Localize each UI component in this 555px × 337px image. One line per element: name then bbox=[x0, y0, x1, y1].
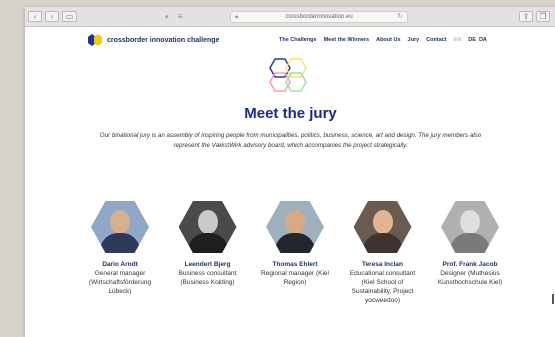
nav-item-jury[interactable]: Jury bbox=[408, 37, 420, 43]
lang-da[interactable]: DA bbox=[479, 37, 487, 43]
main-nav: The Challenge Meet the Winners About Us … bbox=[279, 27, 494, 53]
reload-icon[interactable]: ↻ bbox=[397, 12, 403, 22]
chevron-left-icon[interactable]: ‹ bbox=[28, 11, 42, 22]
avatar[interactable] bbox=[266, 201, 324, 253]
avatar[interactable] bbox=[178, 201, 237, 253]
intro-text: Our binational jury is an assembly of in… bbox=[99, 132, 482, 149]
avatar[interactable] bbox=[91, 201, 149, 253]
jury-member[interactable]: Teresa Inclan Educational consultant (Ki… bbox=[343, 201, 423, 305]
brand-name[interactable]: crossborder innovation challenge bbox=[107, 37, 219, 44]
jury-member-name: Leendert Bjerg bbox=[184, 261, 231, 268]
reader-icon[interactable]: ≡ bbox=[178, 11, 183, 23]
chevron-right-icon[interactable]: › bbox=[45, 11, 59, 22]
hexagon-cluster-icon bbox=[269, 58, 307, 92]
address-text: crossborderinnovation.eu bbox=[285, 14, 353, 20]
jury-member-name: Thomas Ehlert bbox=[272, 261, 318, 268]
site-header: crossborder innovation challenge The Cha… bbox=[25, 27, 555, 53]
jury-member-name: Dario Arndt bbox=[102, 261, 138, 268]
page-title: Meet the jury bbox=[244, 105, 337, 122]
sidebar-icon[interactable]: ▭ bbox=[62, 11, 77, 22]
jury-member-role: Business consultant (Business Kolding) bbox=[178, 270, 237, 286]
brand-logo-icon[interactable] bbox=[88, 34, 102, 46]
toolbar-extras: ◐ ≡ bbox=[165, 11, 191, 23]
lang-en[interactable]: EN bbox=[454, 37, 462, 43]
nav-item-contact[interactable]: Contact bbox=[426, 37, 446, 43]
jury-member[interactable]: Leendert Bjerg Business consultant (Busi… bbox=[168, 201, 248, 305]
desktop-background: ‹ › ▭ ◐ ≡ 🔒︎ crossborderinnovation.eu ↻ … bbox=[0, 0, 555, 337]
nav-item-winners[interactable]: Meet the Winners bbox=[324, 37, 370, 43]
avatar[interactable] bbox=[353, 201, 412, 253]
lock-icon: 🔒︎ bbox=[235, 14, 239, 20]
avatar[interactable] bbox=[441, 201, 499, 253]
jury-member-name: Prof. Frank Jacob bbox=[442, 261, 498, 268]
share-icon[interactable]: ⇪ bbox=[519, 11, 533, 22]
browser-window: ‹ › ▭ ◐ ≡ 🔒︎ crossborderinnovation.eu ↻ … bbox=[25, 7, 555, 337]
jury-member-role: General manager (Wirtschaftsförderung Lü… bbox=[88, 270, 152, 295]
lang-de[interactable]: DE bbox=[468, 37, 476, 43]
tabs-icon[interactable]: ❐ bbox=[536, 11, 550, 22]
jury-member[interactable]: Dario Arndt General manager (Wirtschafts… bbox=[80, 201, 160, 305]
jury-member[interactable]: Thomas Ehlert Regional manager (Kiel Reg… bbox=[255, 201, 335, 305]
jury-member[interactable]: Prof. Frank Jacob Designer (Muthesius Ku… bbox=[430, 201, 510, 305]
browser-toolbar: ‹ › ▭ ◐ ≡ 🔒︎ crossborderinnovation.eu ↻ … bbox=[25, 7, 555, 27]
jury-member-name: Teresa Inclan bbox=[361, 261, 404, 268]
scrollbar-thumb[interactable] bbox=[552, 294, 554, 304]
address-bar[interactable]: 🔒︎ crossborderinnovation.eu ↻ bbox=[230, 11, 408, 23]
jury-member-role: Regional manager (Kiel Region) bbox=[261, 270, 329, 286]
jury-member-role: Educational consultant (Kiel School of S… bbox=[349, 270, 416, 304]
nav-item-challenge[interactable]: The Challenge bbox=[279, 37, 317, 43]
jury-member-role: Designer (Muthesius Kunsthochschule Kiel… bbox=[437, 270, 503, 286]
toolbar-right: ⇪ ❐ bbox=[516, 11, 550, 22]
jury-list: Dario Arndt General manager (Wirtschafts… bbox=[80, 201, 510, 305]
privacy-icon[interactable]: ◐ bbox=[165, 11, 170, 23]
nav-item-about[interactable]: About Us bbox=[376, 37, 400, 43]
